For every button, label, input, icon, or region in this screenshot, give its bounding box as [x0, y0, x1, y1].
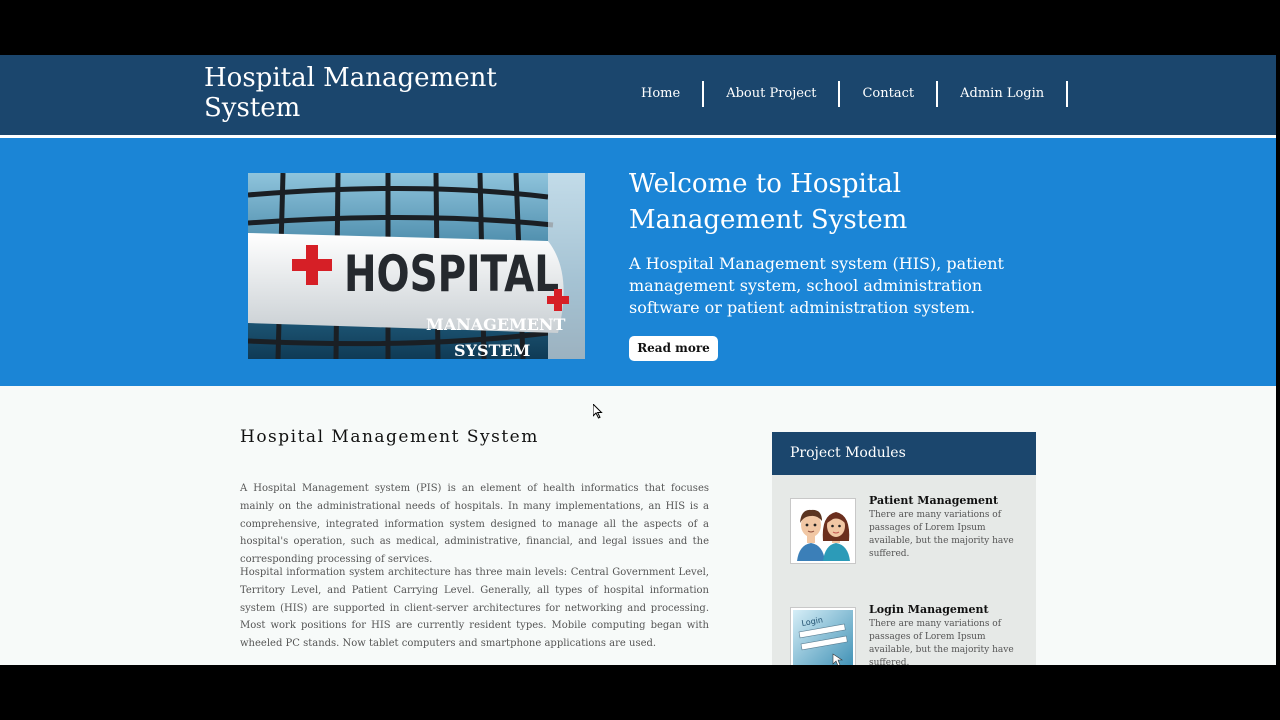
read-more-button[interactable]: Read more [629, 336, 718, 361]
site-header: Hospital Management System Home About Pr… [0, 55, 1276, 138]
hospital-sign-line2: SYSTEM [454, 341, 530, 359]
hero-description: A Hospital Management system (HIS), pati… [629, 254, 1004, 317]
module-title[interactable]: Patient Management [869, 494, 998, 507]
nav-admin-login[interactable]: Admin Login [938, 81, 1069, 107]
module-description: There are many variations of passages of… [869, 619, 1014, 665]
hospital-sign-text: HOSPITAL [344, 245, 559, 303]
module-description: There are many variations of passages of… [869, 510, 1014, 559]
architecture-paragraph: Hospital information system architecture… [240, 567, 709, 649]
mouse-cursor-icon [592, 402, 603, 423]
section-title: Hospital Management System [240, 427, 539, 447]
patients-avatar-icon [790, 498, 856, 564]
hospital-sign-line1: MANAGEMENT [426, 315, 566, 334]
login-screen-icon: Login [790, 607, 856, 665]
project-modules-title: Project Modules [772, 432, 1036, 475]
site-logo[interactable]: Hospital Management System [204, 63, 504, 123]
nav-home[interactable]: Home [619, 81, 705, 107]
hero-title: Welcome to Hospital Management System [629, 169, 908, 235]
main-nav: Home About Project Contact Admin Login [619, 81, 1069, 107]
nav-about-project[interactable]: About Project [704, 81, 841, 107]
intro-paragraph: A Hospital Management system (PIS) is an… [240, 483, 709, 565]
hospital-banner-image: HOSPITAL MANAGEMENT SYSTEM [248, 173, 585, 359]
browser-page: Hospital Management System Home About Pr… [0, 55, 1276, 665]
project-modules-panel: Project Modules Patient Management There… [772, 432, 1036, 665]
module-title[interactable]: Login Management [869, 603, 989, 616]
nav-contact[interactable]: Contact [840, 81, 939, 107]
